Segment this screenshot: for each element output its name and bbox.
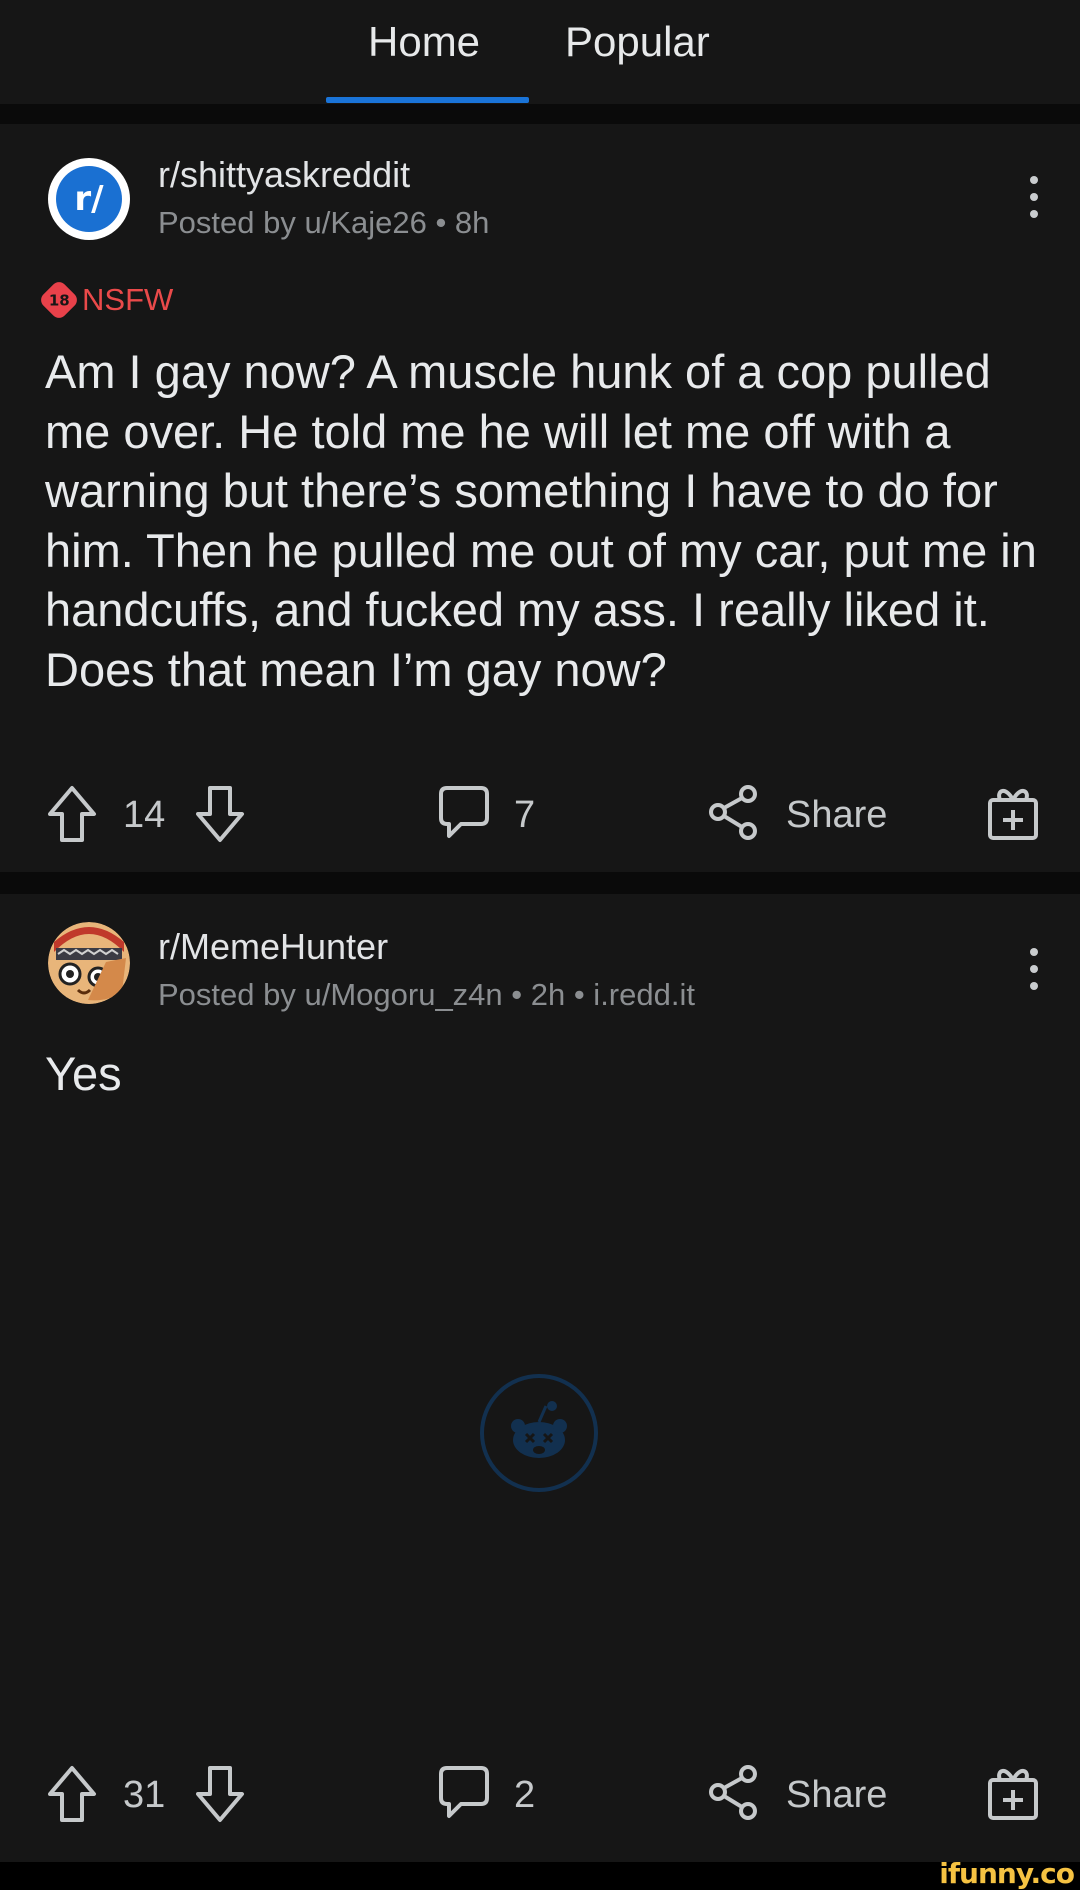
top-tab-bar: Home Popular <box>0 0 1080 104</box>
upvote-count: 31 <box>123 1774 166 1816</box>
gift-award-icon[interactable] <box>986 784 1040 842</box>
upvote-icon[interactable] <box>46 784 98 844</box>
post-title[interactable]: Yes <box>45 1044 1045 1104</box>
ifunny-watermark: ifunny.co <box>939 1857 1075 1890</box>
active-tab-indicator <box>326 97 529 103</box>
post-meta: Posted by u/Mogoru_z4n • 2h • i.redd.it <box>158 977 695 1012</box>
share-label[interactable]: Share <box>786 794 887 837</box>
divider <box>0 104 1080 124</box>
comment-count: 2 <box>514 1774 536 1816</box>
nsfw-tag: 18 NSFW <box>37 278 174 322</box>
reddit-snoo-loading-icon <box>511 1401 567 1458</box>
upvote-icon[interactable] <box>46 1764 98 1824</box>
comment-icon[interactable] <box>437 1764 491 1822</box>
upvote-count: 14 <box>123 794 166 836</box>
nsfw-label: NSFW <box>82 282 174 317</box>
post-actions: 14 7 Share <box>0 784 1080 854</box>
post-card[interactable]: r/MemeHunter Posted by u/Mogoru_z4n • 2h… <box>0 894 1080 1862</box>
subreddit-avatar-text: r/ <box>56 166 122 232</box>
comment-icon[interactable] <box>437 784 491 842</box>
subreddit-avatar[interactable]: r/ <box>48 158 130 240</box>
more-options-icon[interactable] <box>1022 176 1046 227</box>
post-title[interactable]: Am I gay now? A muscle hunk of a cop pul… <box>45 342 1045 699</box>
share-label[interactable]: Share <box>786 1774 887 1817</box>
post-card[interactable]: r/ r/shittyaskreddit Posted by u/Kaje26 … <box>0 124 1080 872</box>
tab-popular[interactable]: Popular <box>565 18 710 66</box>
subreddit-name[interactable]: r/shittyaskreddit <box>158 154 410 196</box>
tab-home[interactable]: Home <box>368 18 480 66</box>
post-actions: 31 2 Share <box>0 1764 1080 1834</box>
gift-award-icon[interactable] <box>986 1764 1040 1822</box>
subreddit-name[interactable]: r/MemeHunter <box>158 926 388 968</box>
divider <box>0 872 1080 894</box>
share-icon[interactable] <box>708 1764 762 1822</box>
nsfw-18-icon: 18 <box>37 278 81 322</box>
felyne-avatar-icon <box>48 922 130 1004</box>
post-meta: Posted by u/Kaje26 • 8h <box>158 205 490 240</box>
subreddit-avatar[interactable] <box>48 922 130 1004</box>
share-icon[interactable] <box>708 784 762 842</box>
bottom-edge <box>0 1862 1080 1883</box>
downvote-icon[interactable] <box>194 784 246 844</box>
more-options-icon[interactable] <box>1022 948 1046 999</box>
image-loading-placeholder <box>480 1374 598 1492</box>
comment-count: 7 <box>514 794 536 836</box>
downvote-icon[interactable] <box>194 1764 246 1824</box>
